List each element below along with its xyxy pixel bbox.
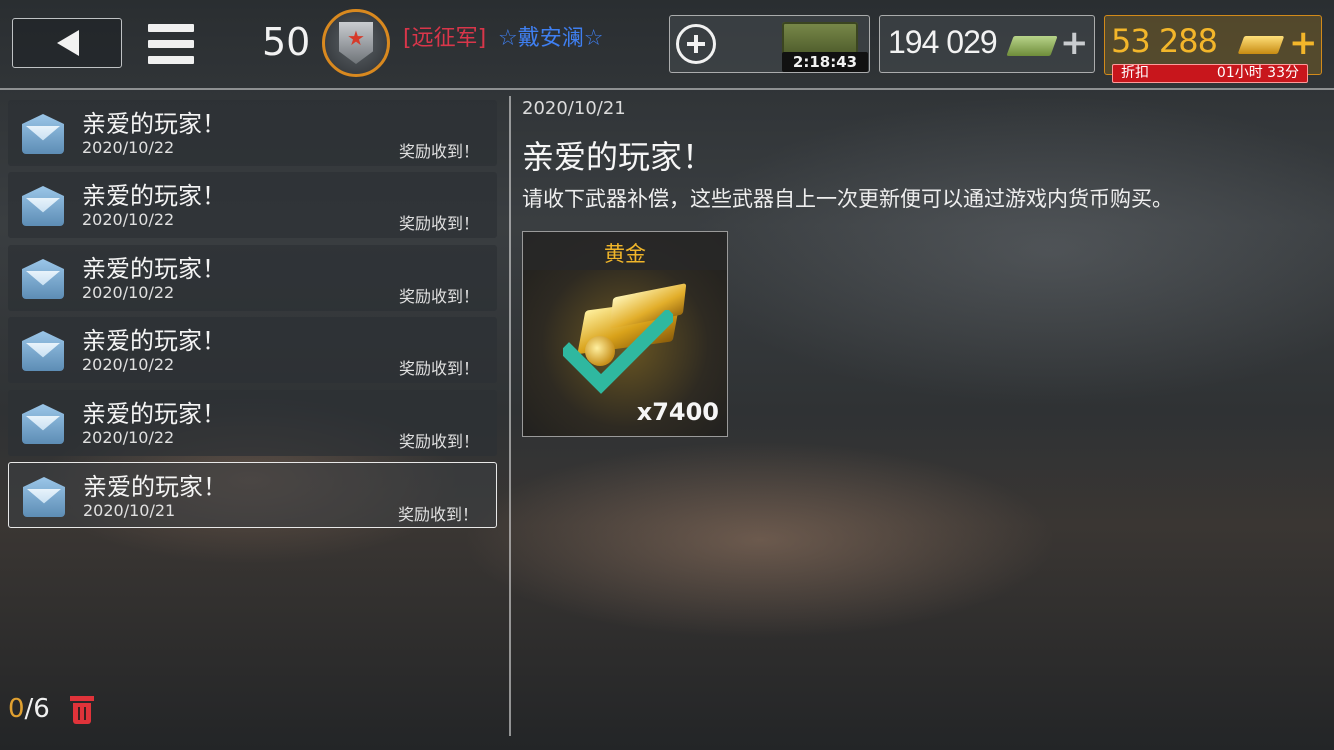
mail-title: 亲爱的玩家！: [82, 110, 226, 138]
mail-status: 奖励收到！: [398, 287, 479, 306]
supply-crate-icon: [782, 22, 858, 56]
envelope-icon: [22, 404, 64, 444]
player-level: 50: [262, 20, 311, 64]
mail-title: 亲爱的玩家！: [82, 255, 226, 283]
detail-title: 亲爱的玩家！: [522, 138, 715, 176]
gold-bar-icon: [1237, 36, 1285, 54]
mail-status: 奖励收到！: [398, 359, 479, 378]
reward-label: 黄金: [604, 242, 646, 266]
mail-title: 亲爱的玩家！: [82, 327, 226, 355]
checkmark-icon: [563, 310, 673, 394]
supply-timer: 2:18:43: [782, 52, 868, 72]
mail-item-selected[interactable]: 亲爱的玩家！ 2020/10/21 奖励收到！: [8, 462, 497, 528]
mail-date: 2020/10/22: [82, 283, 175, 302]
mail-status: 奖励收到！: [398, 142, 479, 161]
mail-count-total: /6: [24, 694, 50, 724]
player-name: ☆戴安澜☆: [498, 26, 604, 51]
mail-count: 0/6: [8, 694, 50, 724]
supply-panel[interactable]: 2:18:43: [669, 15, 870, 73]
mail-item[interactable]: 亲爱的玩家！ 2020/10/22 奖励收到！: [8, 317, 497, 383]
mail-item[interactable]: 亲爱的玩家！ 2020/10/22 奖励收到！: [8, 390, 497, 456]
cash-panel[interactable]: 194 029 +: [879, 15, 1095, 73]
mail-title: 亲爱的玩家！: [82, 400, 226, 428]
gold-amount: 53 288: [1111, 22, 1218, 60]
reward-card[interactable]: 黄金 x7400: [522, 231, 728, 437]
discount-timer: 折扣 01小时 33分: [1112, 64, 1308, 83]
add-circle-icon[interactable]: [676, 24, 716, 64]
detail-date: 2020/10/21: [522, 98, 626, 119]
star-icon: ★: [347, 26, 365, 50]
mail-date: 2020/10/22: [82, 428, 175, 447]
mail-item[interactable]: 亲爱的玩家！ 2020/10/22 奖励收到！: [8, 100, 497, 166]
mail-date: 2020/10/22: [82, 210, 175, 229]
back-arrow-icon: [57, 30, 79, 56]
guild-tag: [远征军]: [403, 26, 487, 51]
trash-icon[interactable]: [70, 696, 94, 724]
menu-icon: [148, 24, 194, 32]
mail-date: 2020/10/21: [83, 501, 176, 520]
rank-badge-icon[interactable]: ★: [322, 9, 390, 77]
mail-item[interactable]: 亲爱的玩家！ 2020/10/22 奖励收到！: [8, 245, 497, 311]
cash-icon: [1006, 36, 1058, 56]
discount-label: 折扣: [1121, 65, 1149, 81]
top-bar: 50 ★ [远征军] ☆戴安澜☆ 2:18:43 194 029 + 53 28…: [0, 0, 1334, 88]
panel-divider: [509, 96, 511, 736]
mail-date: 2020/10/22: [82, 138, 175, 157]
mail-status: 奖励收到！: [398, 214, 479, 233]
mail-item[interactable]: 亲爱的玩家！ 2020/10/22 奖励收到！: [8, 172, 497, 238]
mail-count-current: 0: [8, 694, 25, 724]
envelope-icon: [22, 331, 64, 371]
mail-title: 亲爱的玩家！: [83, 473, 227, 501]
menu-button[interactable]: [148, 24, 194, 64]
envelope-icon: [22, 186, 64, 226]
envelope-icon: [22, 259, 64, 299]
back-button[interactable]: [12, 18, 122, 68]
envelope-icon: [22, 114, 64, 154]
reward-quantity: x7400: [636, 398, 719, 426]
discount-time: 01小时 33分: [1216, 65, 1299, 81]
add-cash-icon[interactable]: +: [1060, 26, 1089, 60]
cash-amount: 194 029: [888, 24, 998, 60]
mail-status: 奖励收到！: [398, 432, 479, 451]
detail-body: 请收下武器补偿，这些武器自上一次更新便可以通过游戏内货币购买。: [522, 187, 1173, 211]
add-gold-icon[interactable]: +: [1289, 26, 1318, 60]
envelope-icon: [23, 477, 65, 517]
mail-date: 2020/10/22: [82, 355, 175, 374]
header-divider: [0, 88, 1334, 90]
mail-status: 奖励收到！: [397, 505, 478, 524]
mail-title: 亲爱的玩家！: [82, 182, 226, 210]
